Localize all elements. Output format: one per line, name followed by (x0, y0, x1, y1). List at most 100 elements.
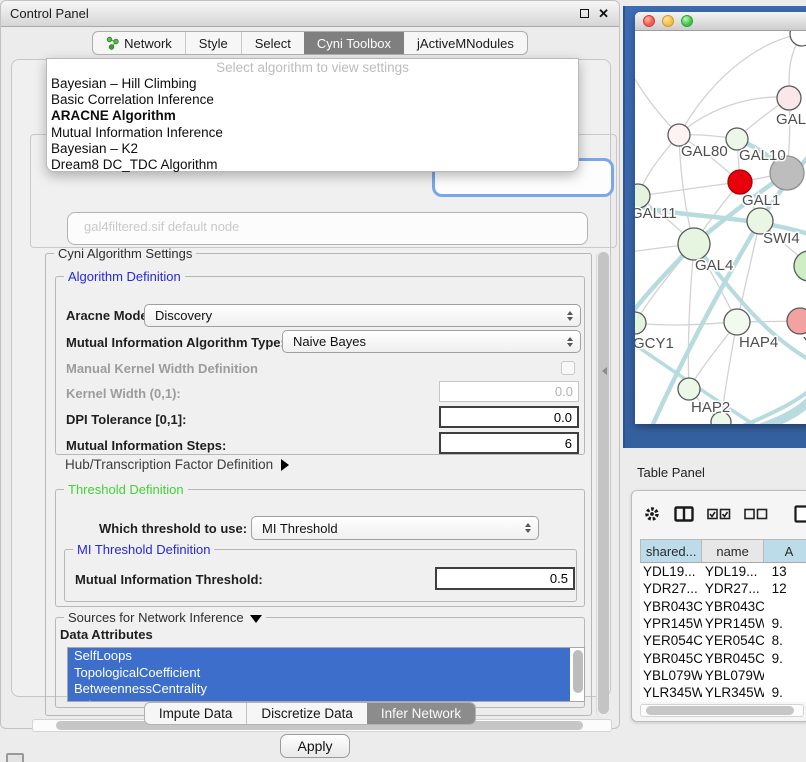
node-unlabeled[interactable] (790, 31, 806, 46)
list-scrollbar-thumb[interactable] (573, 650, 583, 693)
tab-style[interactable]: Style (185, 32, 241, 54)
column-header-name[interactable]: name (702, 540, 763, 562)
table-cell: YER054C (640, 632, 702, 649)
table-row[interactable]: YIL052CYIL052C9. (640, 701, 806, 702)
table-row[interactable]: YBR045CYBR045C9. (640, 649, 806, 666)
table-row[interactable]: YBR043CYBR043C (640, 598, 806, 615)
aracne-mode-value: Discovery (155, 308, 212, 323)
tab-label: Style (199, 36, 228, 51)
algorithm-option-dream8-dc-tdc-algorithm[interactable]: Dream8 DC_TDC Algorithm (47, 157, 578, 173)
dpi-tolerance-input[interactable]: 0.0 (439, 406, 579, 428)
node-gal[interactable] (777, 86, 801, 110)
table-cell: 9. (764, 615, 806, 632)
table-row[interactable]: YLR345WYLR345W9. (640, 684, 806, 701)
node-unlabeled[interactable] (794, 251, 806, 281)
manual-kernel-label: Manual Kernel Width Definition (66, 361, 258, 376)
zoom-traffic-light-icon[interactable] (681, 15, 693, 27)
algorithm-option-bayesian-k2[interactable]: Bayesian – K2 (47, 141, 578, 157)
close-traffic-light-icon[interactable] (643, 15, 655, 27)
mi-threshold-input[interactable]: 0.5 (435, 567, 575, 590)
control-panel-titlebar[interactable]: Control Panel ✕ (1, 1, 619, 27)
hub-definition-toggle[interactable]: Hub/Transcription Factor Definition (65, 457, 289, 472)
tab-network[interactable]: Network (93, 32, 185, 54)
table-cell: 9. (764, 684, 806, 701)
algorithm-option-mutual-information-inference[interactable]: Mutual Information Inference (47, 125, 578, 141)
network-selector-combo[interactable]: gal4filtered.sif default node (67, 212, 588, 245)
cyni-algorithm-settings-group: Cyni Algorithm Settings Algorithm Defini… (45, 253, 592, 716)
sources-legend[interactable]: Sources for Network Inference (64, 610, 266, 625)
select-all-checkboxes-icon[interactable] (707, 508, 731, 520)
node-hap4[interactable] (724, 309, 750, 335)
control-panel-tabs: Network Style SelectCyni ToolboxjActiveMNo… (92, 31, 528, 55)
network-canvas[interactable]: GALGAL80GAL10GAL1GAL11SWI4GAL4GCY1HAP4YH… (635, 31, 806, 424)
network-graph[interactable]: GALGAL80GAL10GAL1GAL11SWI4GAL4GCY1HAP4YH… (635, 31, 806, 424)
column-header-shared[interactable]: shared... (641, 540, 702, 562)
stepper-icon (567, 337, 573, 347)
close-icon[interactable]: ✕ (598, 7, 609, 20)
tab-jactivemnodules[interactable]: jActiveMNodules (404, 32, 527, 54)
mi-threshold-label: Mutual Information Threshold: (75, 572, 263, 587)
attribute-item-topologicalcoefficient[interactable]: TopologicalCoefficient (68, 665, 570, 682)
table-rows: YDL19...YDL19...13YDR27...YDR27...12YBR0… (640, 563, 806, 702)
node-label-hap2: HAP2 (691, 399, 730, 416)
network-window-titlebar[interactable] (635, 12, 806, 31)
which-threshold-label: Which threshold to use: (99, 521, 247, 536)
node-gal1[interactable] (728, 170, 752, 194)
table-hscroll-thumb[interactable] (646, 706, 794, 715)
table-cell: YIL052C (702, 701, 764, 702)
table-row[interactable]: YDR27...YDR27...12 (640, 580, 806, 597)
attribute-item-betweennesscentrality[interactable]: BetweennessCentrality (68, 681, 570, 698)
tab-select[interactable]: Select (241, 32, 304, 54)
data-attributes-list[interactable]: SelfLoopsTopologicalCoefficientBetweenne… (67, 647, 585, 702)
table-cell: YBL079W (640, 667, 702, 684)
mi-type-combo[interactable]: Naive Bayes (282, 330, 581, 353)
node-y[interactable] (787, 308, 806, 334)
column-header-a[interactable]: A (764, 540, 806, 562)
manual-kernel-checkbox[interactable] (561, 361, 575, 375)
attribute-item-selfloops[interactable]: SelfLoops (68, 648, 570, 665)
minimized-panel-icon[interactable] (6, 753, 24, 762)
new-table-icon[interactable] (794, 505, 806, 523)
columns-icon[interactable] (674, 506, 694, 522)
node-gcy1[interactable] (635, 312, 646, 334)
algorithm-option-bayesian-hill-climbing[interactable]: Bayesian – Hill Climbing (47, 76, 578, 92)
tab-impute-data[interactable]: Impute Data (145, 703, 247, 724)
settings-vscroll-thumb[interactable] (598, 252, 609, 714)
gear-icon[interactable] (643, 505, 661, 523)
apply-button[interactable]: Apply (280, 734, 350, 758)
tab-cyni-toolbox[interactable]: Cyni Toolbox (304, 32, 404, 54)
table-row[interactable]: YBL079WYBL079W (640, 667, 806, 684)
network-window[interactable]: GALGAL80GAL10GAL1GAL11SWI4GAL4GCY1HAP4YH… (635, 12, 806, 424)
tab-infer-network[interactable]: Infer Network (367, 703, 475, 724)
algorithm-dropdown-prompt: Select algorithm to view settings (47, 60, 578, 76)
apply-button-label: Apply (297, 738, 332, 754)
node-hap2[interactable] (678, 378, 700, 400)
kernel-width-label: Kernel Width (0,1): (66, 386, 181, 401)
table-row[interactable]: YPR145WYPR145W9. (640, 615, 806, 632)
algorithm-option-aracne-algorithm[interactable]: ARACNE Algorithm (47, 108, 578, 124)
table-row[interactable]: YDL19...YDL19...13 (640, 563, 806, 580)
tab-discretize-data[interactable]: Discretize Data (246, 703, 367, 724)
hub-definition-label: Hub/Transcription Factor Definition (65, 457, 273, 472)
which-threshold-combo[interactable]: MI Threshold (251, 516, 539, 540)
mi-steps-input[interactable]: 6 (439, 432, 579, 454)
table-cell (764, 667, 806, 684)
algorithm-option-basic-correlation-inference[interactable]: Basic Correlation Inference (47, 92, 578, 108)
aracne-mode-combo[interactable]: Discovery (144, 304, 581, 327)
node-gal4[interactable] (678, 228, 710, 260)
float-window-icon[interactable] (580, 9, 589, 18)
settings-vertical-scrollbar[interactable] (596, 251, 609, 718)
table-cell: YER054C (702, 632, 764, 649)
panel-divider-handle[interactable] (602, 367, 607, 375)
minimize-traffic-light-icon[interactable] (662, 15, 674, 27)
kernel-width-input[interactable]: 0.0 (439, 381, 579, 402)
table-horizontal-scrollbar[interactable] (640, 704, 804, 717)
which-threshold-value: MI Threshold (262, 521, 338, 536)
table-cell: YDL19... (640, 563, 702, 580)
mi-steps-label: Mutual Information Steps: (66, 438, 226, 453)
table-row[interactable]: YER054CYER054C8. (640, 632, 806, 649)
deselect-all-checkboxes-icon[interactable] (744, 508, 768, 520)
network-edge (635, 322, 737, 325)
kernel-width-value: 0.0 (555, 384, 573, 399)
dpi-tolerance-label: DPI Tolerance [0,1]: (66, 412, 186, 427)
